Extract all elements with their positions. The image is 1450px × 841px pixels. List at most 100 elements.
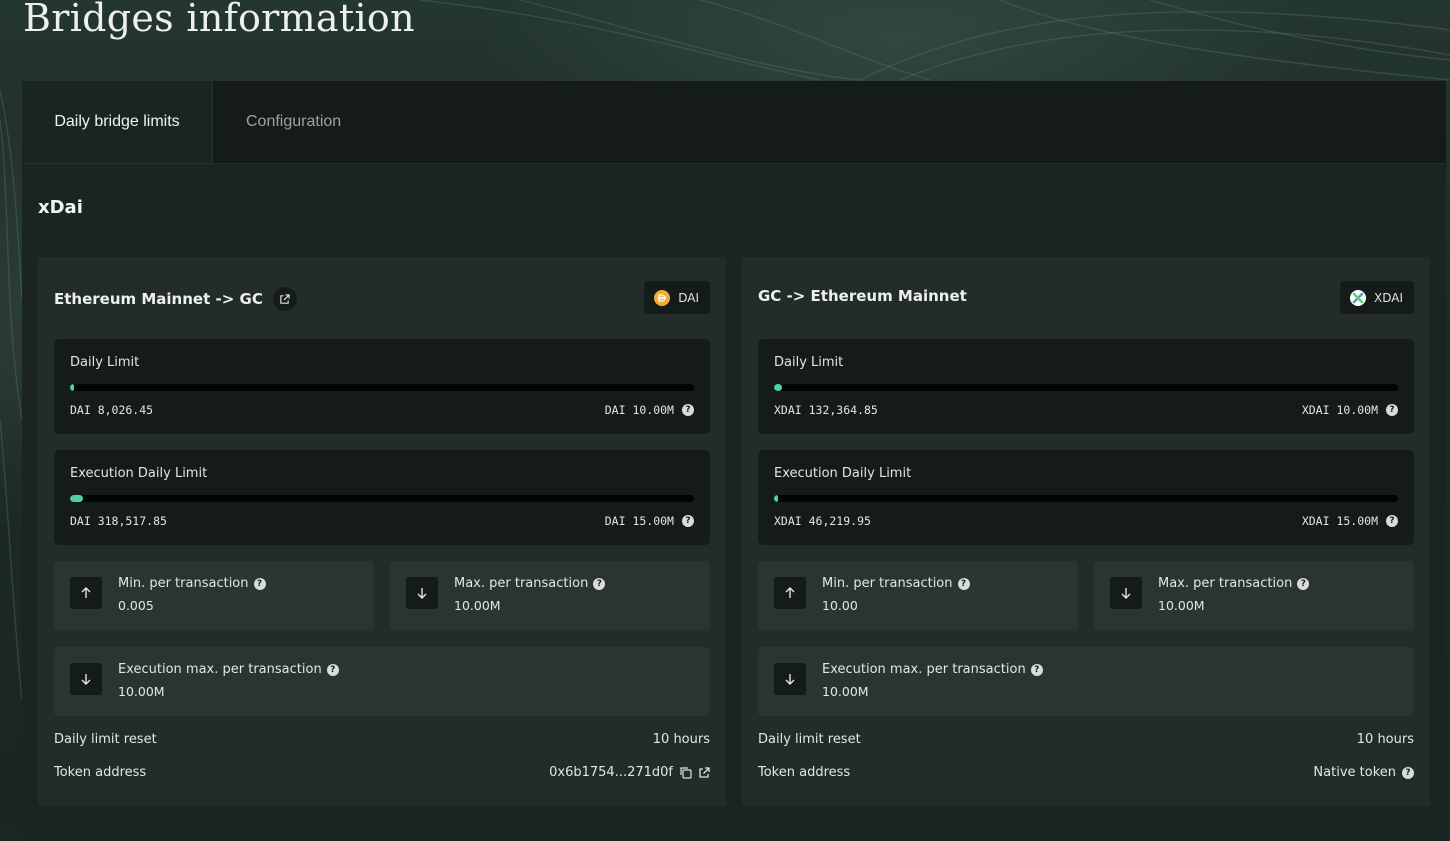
token-badge: XDAI xyxy=(1340,281,1414,314)
external-link-icon[interactable] xyxy=(698,766,710,779)
min-per-transaction: Min. per transaction? 0.005 xyxy=(54,561,374,630)
daily-limit-progress xyxy=(774,384,1398,391)
tab-bar: Daily bridge limits Configuration xyxy=(22,81,1446,164)
min-per-transaction-label: Min. per transaction? xyxy=(118,576,266,591)
execution-daily-limit-max-value: XDAI 15.00M xyxy=(1301,514,1378,528)
help-icon[interactable]: ? xyxy=(1386,404,1398,416)
help-icon[interactable]: ? xyxy=(593,577,606,590)
daily-limit-label: Daily Limit xyxy=(774,355,844,370)
bridge-card-gc-to-mainnet: GC -> Ethereum Mainnet XDAI Daily Limit … xyxy=(742,257,1430,806)
dai-coin-icon xyxy=(654,289,671,306)
daily-limit-label: Daily Limit xyxy=(70,355,140,370)
daily-limit-max: DAI 10.00M? xyxy=(605,403,694,417)
execution-daily-limit-fill xyxy=(774,495,778,502)
max-per-transaction-label: Max. per transaction? xyxy=(454,576,606,591)
help-icon[interactable]: ? xyxy=(326,663,339,676)
execution-max-per-transaction-label: Execution max. per transaction? xyxy=(118,662,339,677)
token-label: DAI xyxy=(678,290,699,305)
min-per-transaction-value: 10.00 xyxy=(822,598,858,613)
execution-daily-limit-box: Execution Daily Limit XDAI 46,219.95 XDA… xyxy=(758,450,1414,545)
card-title-text: Ethereum Mainnet -> GC xyxy=(54,290,263,308)
arrow-down-icon xyxy=(406,577,438,609)
daily-limit-reset-value: 10 hours xyxy=(1356,732,1414,747)
execution-daily-limit-label: Execution Daily Limit xyxy=(70,466,208,481)
max-per-transaction: Max. per transaction? 10.00M xyxy=(390,561,710,630)
min-per-transaction: Min. per transaction? 10.00 xyxy=(758,561,1078,630)
max-per-transaction-label: Max. per transaction? xyxy=(1158,576,1310,591)
help-icon[interactable]: ? xyxy=(682,515,694,527)
daily-limit-max-value: XDAI 10.00M xyxy=(1301,403,1378,417)
tab-configuration[interactable]: Configuration xyxy=(246,81,341,163)
max-per-transaction: Max. per transaction? 10.00M xyxy=(1094,561,1414,630)
daily-limit-max-value: DAI 10.00M xyxy=(604,403,674,417)
help-icon[interactable]: ? xyxy=(1297,577,1310,590)
execution-daily-limit-max-value: DAI 15.00M xyxy=(604,514,674,528)
section-title: xDai xyxy=(38,197,83,218)
token-address-value-group: 0x6b1754...271d0f xyxy=(549,765,710,780)
help-icon[interactable]: ? xyxy=(1030,663,1043,676)
min-per-transaction-label: Min. per transaction? xyxy=(822,576,970,591)
execution-max-per-transaction-label: Execution max. per transaction? xyxy=(822,662,1043,677)
execution-daily-limit-progress xyxy=(774,495,1398,502)
external-link-icon[interactable] xyxy=(272,287,297,311)
arrow-down-icon xyxy=(70,663,102,695)
token-address-label: Token address xyxy=(758,765,851,780)
card-title-text: GC -> Ethereum Mainnet xyxy=(758,287,967,305)
page-title: Bridges information xyxy=(23,0,415,40)
execution-daily-limit-box: Execution Daily Limit DAI 318,517.85 DAI… xyxy=(54,450,710,545)
arrow-down-icon xyxy=(1110,577,1142,609)
help-icon[interactable]: ? xyxy=(682,404,694,416)
daily-limit-box: Daily Limit XDAI 132,364.85 XDAI 10.00M? xyxy=(758,339,1414,434)
execution-daily-limit-label: Execution Daily Limit xyxy=(774,466,912,481)
token-address-label: Token address xyxy=(54,765,147,780)
card-title: GC -> Ethereum Mainnet xyxy=(758,287,967,305)
token-badge: DAI xyxy=(644,281,710,314)
max-per-transaction-value: 10.00M xyxy=(1158,598,1205,613)
daily-limit-progress xyxy=(70,384,694,391)
help-icon[interactable]: ? xyxy=(1402,766,1414,779)
bridge-card-mainnet-to-gc: Ethereum Mainnet -> GC DAI Daily Limit D… xyxy=(38,257,726,806)
help-icon[interactable]: ? xyxy=(957,577,970,590)
execution-daily-limit-current: DAI 318,517.85 xyxy=(70,514,167,528)
execution-daily-limit-current: XDAI 46,219.95 xyxy=(774,514,871,528)
execution-daily-limit-fill xyxy=(70,495,83,502)
daily-limit-reset-label: Daily limit reset xyxy=(54,732,157,747)
token-address-row: Token address Native token ? xyxy=(758,765,1414,780)
token-address-value-group: Native token ? xyxy=(1313,765,1414,780)
execution-max-per-transaction: Execution max. per transaction? 10.00M xyxy=(758,647,1414,716)
daily-limit-fill xyxy=(70,384,74,391)
help-icon[interactable]: ? xyxy=(253,577,266,590)
execution-max-per-transaction-label-text: Execution max. per transaction xyxy=(822,662,1026,677)
arrow-down-icon xyxy=(774,663,806,695)
help-icon[interactable]: ? xyxy=(1386,515,1398,527)
execution-daily-limit-max: DAI 15.00M? xyxy=(605,514,694,528)
daily-limit-max: XDAI 10.00M? xyxy=(1302,403,1398,417)
execution-max-per-transaction-value: 10.00M xyxy=(118,684,165,699)
max-per-transaction-label-text: Max. per transaction xyxy=(454,576,589,591)
max-per-transaction-label-text: Max. per transaction xyxy=(1158,576,1293,591)
execution-daily-limit-max: XDAI 15.00M? xyxy=(1302,514,1398,528)
max-per-transaction-value: 10.00M xyxy=(454,598,501,613)
token-address-row: Token address 0x6b1754...271d0f xyxy=(54,765,710,780)
bridge-info-panel: Daily bridge limits Configuration xDai E… xyxy=(22,81,1446,841)
token-address-value[interactable]: 0x6b1754...271d0f xyxy=(549,765,673,780)
min-per-transaction-label-text: Min. per transaction xyxy=(118,576,249,591)
tab-daily-bridge-limits[interactable]: Daily bridge limits xyxy=(22,81,213,163)
execution-daily-limit-progress xyxy=(70,495,694,502)
daily-limit-reset-value: 10 hours xyxy=(652,732,710,747)
token-label: XDAI xyxy=(1374,290,1403,305)
daily-limit-reset-row: Daily limit reset 10 hours xyxy=(758,732,1414,747)
daily-limit-reset-row: Daily limit reset 10 hours xyxy=(54,732,710,747)
token-address-value: Native token xyxy=(1313,765,1396,780)
execution-max-per-transaction: Execution max. per transaction? 10.00M xyxy=(54,647,710,716)
daily-limit-box: Daily Limit DAI 8,026.45 DAI 10.00M? xyxy=(54,339,710,434)
arrow-up-icon xyxy=(70,577,102,609)
min-per-transaction-label-text: Min. per transaction xyxy=(822,576,953,591)
min-per-transaction-value: 0.005 xyxy=(118,598,154,613)
execution-max-per-transaction-value: 10.00M xyxy=(822,684,869,699)
daily-limit-current: DAI 8,026.45 xyxy=(70,403,154,417)
xdai-coin-icon xyxy=(1350,289,1366,306)
card-title: Ethereum Mainnet -> GC xyxy=(54,287,297,311)
copy-icon[interactable] xyxy=(679,766,692,779)
execution-max-per-transaction-label-text: Execution max. per transaction xyxy=(118,662,322,677)
